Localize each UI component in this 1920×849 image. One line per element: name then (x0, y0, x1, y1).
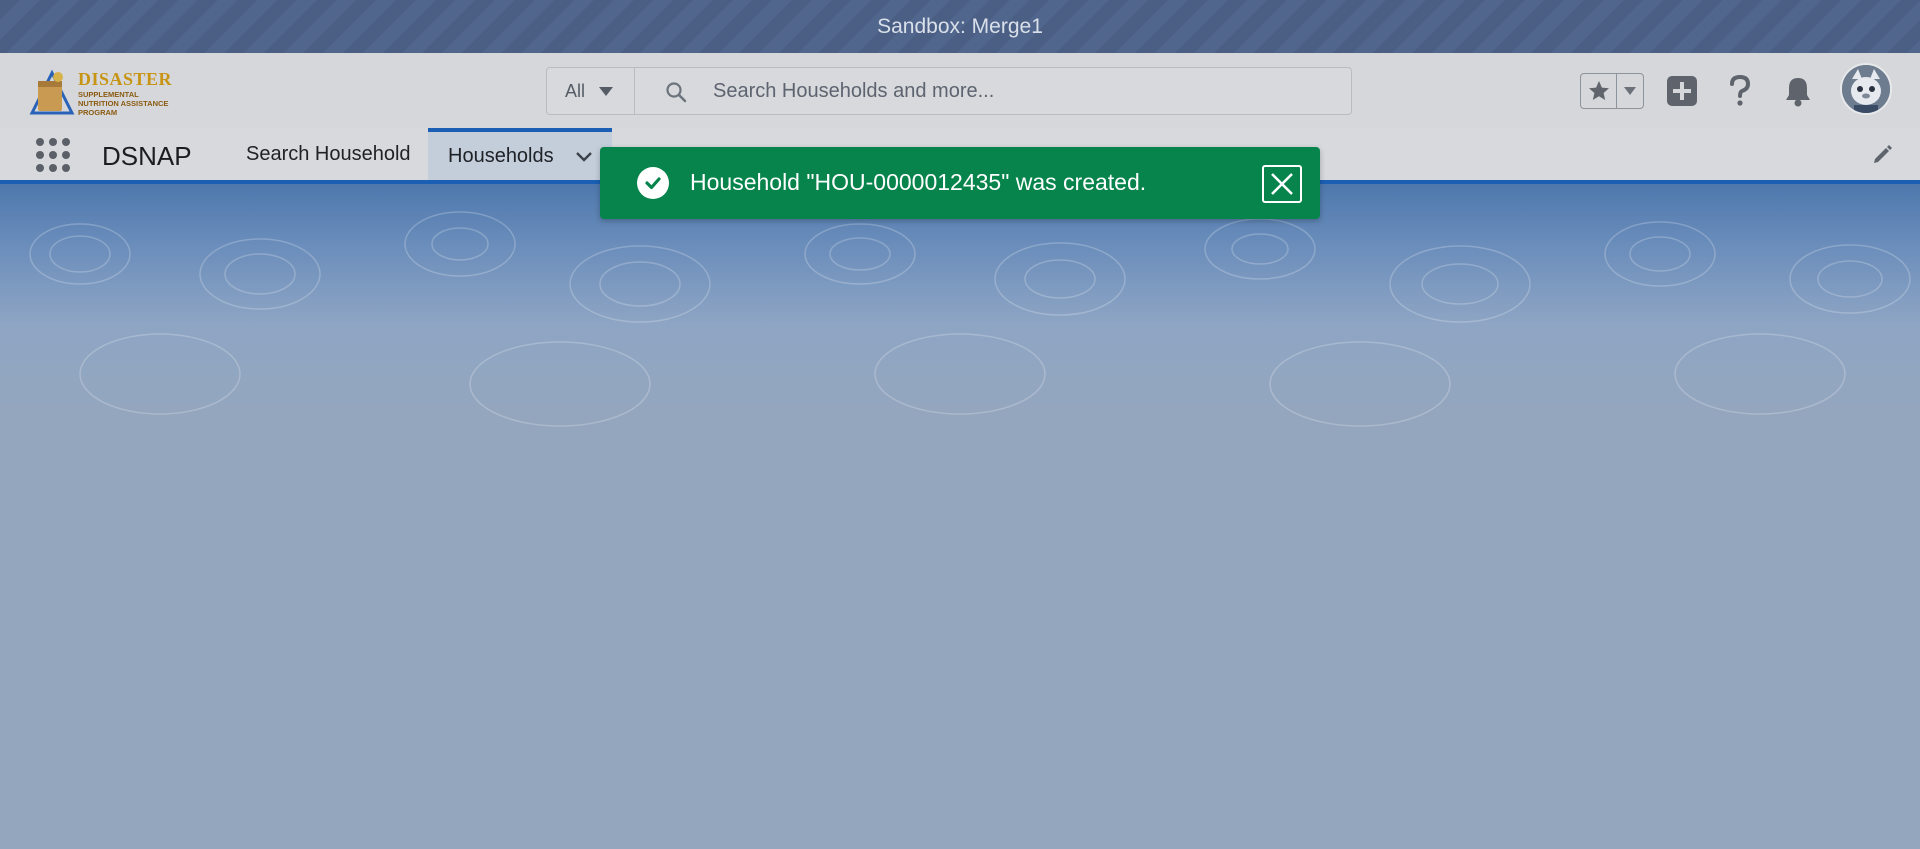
search-box (635, 68, 1351, 114)
help-icon (1730, 74, 1751, 106)
search-scope-select[interactable]: All (547, 68, 635, 114)
close-icon (1271, 173, 1293, 195)
chevron-down-icon (1624, 87, 1636, 95)
toast-close-button[interactable] (1262, 165, 1302, 203)
app-launcher-button[interactable] (36, 138, 70, 172)
page-background (0, 184, 1920, 849)
favorites-button[interactable] (1581, 74, 1617, 108)
edit-nav-button[interactable] (1872, 143, 1894, 170)
help-button[interactable] (1722, 73, 1758, 109)
app-launcher-dot (62, 138, 70, 146)
app-launcher-dot (36, 164, 44, 172)
app-launcher-dot (62, 151, 70, 159)
logo-title: DISASTER (78, 69, 173, 89)
app-launcher-dot (62, 164, 70, 172)
app-launcher-dot (49, 151, 57, 159)
toast-message: Household "HOU-0000012435" was created. (690, 169, 1147, 195)
global-actions-button[interactable] (1664, 73, 1700, 109)
search-scope-value: All (565, 80, 586, 101)
nav-item-label: Households (448, 144, 554, 167)
sandbox-banner: Sandbox: Merge1 (0, 0, 1920, 53)
avatar[interactable] (1840, 63, 1892, 115)
bell-icon (1786, 78, 1810, 107)
pencil-icon (1874, 145, 1892, 163)
nav-item-label: Search Household (246, 142, 411, 165)
chevron-down-icon[interactable] (574, 147, 594, 167)
favorites-menu-button[interactable] (1617, 74, 1643, 108)
app-launcher-dot (36, 138, 44, 146)
user-avatar-icon (1842, 65, 1890, 113)
topographic-pattern (29, 211, 1911, 427)
grocery-bag-icon (29, 69, 75, 115)
nav-item-households[interactable]: Households (428, 128, 612, 180)
plus-icon (1667, 76, 1697, 106)
app-name: DSNAP (102, 141, 192, 171)
logo-subtitle: SUPPLEMENTAL NUTRITION ASSISTANCE PROGRA… (78, 90, 169, 117)
notifications-button[interactable] (1780, 73, 1816, 109)
search-input[interactable] (635, 68, 1351, 114)
app-launcher-dot (49, 164, 57, 172)
favorites-group (1580, 73, 1644, 109)
chevron-down-icon (599, 86, 614, 96)
success-toast: Household "HOU-0000012435" was created. (600, 147, 1320, 219)
sandbox-label: Sandbox: Merge1 (877, 14, 1043, 38)
app-launcher-dot (49, 138, 57, 146)
success-check-icon (637, 167, 669, 199)
global-header: DISASTER SUPPLEMENTAL NUTRITION ASSISTAN… (0, 53, 1920, 128)
global-search: All (546, 67, 1352, 115)
app-logo[interactable]: DISASTER SUPPLEMENTAL NUTRITION ASSISTAN… (28, 67, 172, 117)
search-icon (666, 82, 687, 103)
app-launcher-dot (36, 151, 44, 159)
star-icon (1588, 81, 1609, 100)
nav-item-search-household[interactable]: Search Household (246, 128, 411, 180)
